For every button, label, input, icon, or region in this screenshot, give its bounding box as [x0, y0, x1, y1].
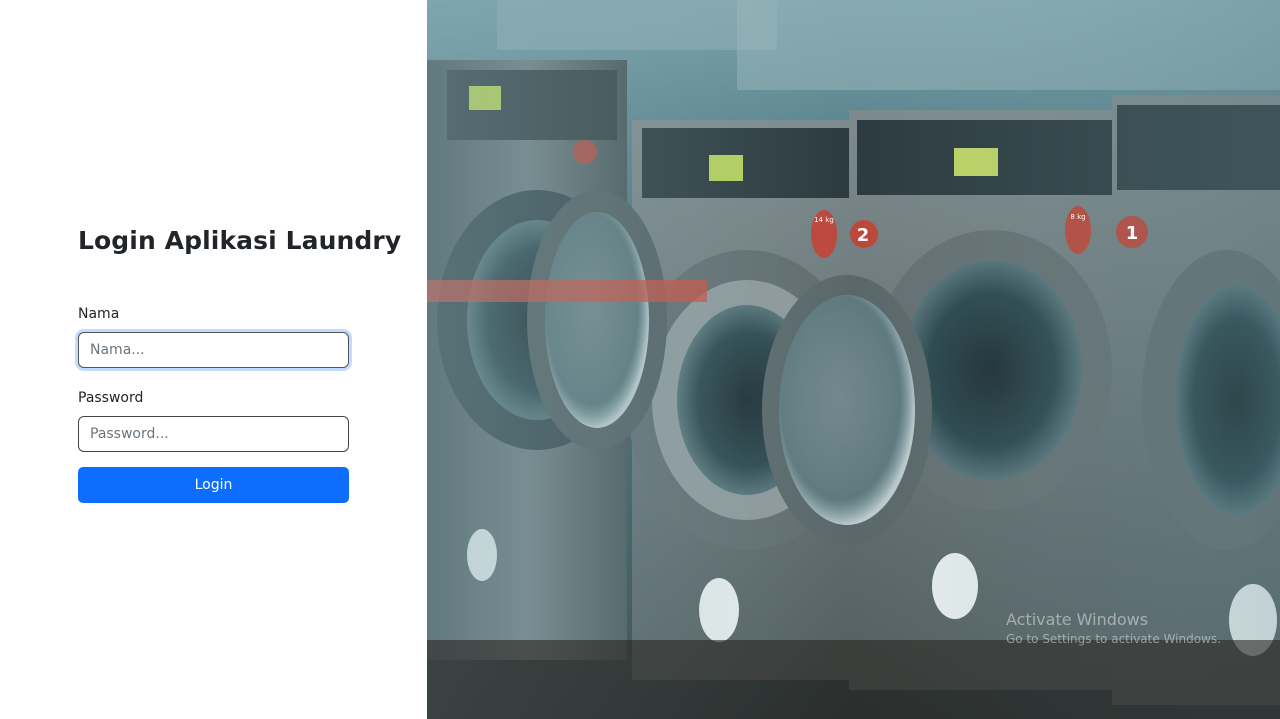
machine-number-2: 2	[857, 225, 870, 246]
name-label: Nama	[78, 306, 120, 322]
login-form: Login Aplikasi Laundry Nama Password Log…	[78, 222, 402, 503]
login-panel: Login Aplikasi Laundry Nama Password Log…	[0, 0, 427, 719]
password-label: Password	[78, 390, 144, 406]
name-input[interactable]	[78, 332, 349, 368]
watermark-subtitle: Go to Settings to activate Windows.	[1006, 632, 1221, 646]
watermark-title: Activate Windows	[1006, 610, 1149, 629]
windows-activation-watermark: Activate Windows Go to Settings to activ…	[1006, 610, 1221, 648]
page-title: Login Aplikasi Laundry	[78, 226, 402, 255]
price-tag-14kg: 14 kg	[814, 216, 834, 224]
password-input[interactable]	[78, 416, 349, 452]
machine-number-1: 1	[1126, 223, 1139, 244]
login-button[interactable]: Login	[78, 467, 349, 503]
price-tag-8kg: 8 kg	[1070, 213, 1085, 221]
